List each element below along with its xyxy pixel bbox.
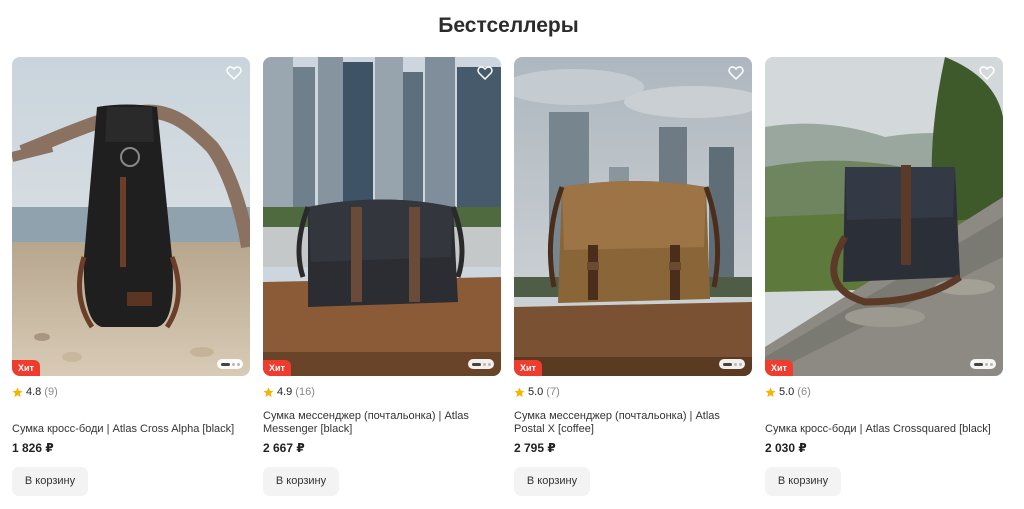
review-count: (7) (546, 386, 560, 398)
heart-icon (226, 66, 242, 81)
product-price: 2 030 ₽ (765, 441, 807, 455)
rating-value: 4.9 (277, 386, 293, 398)
product-name[interactable]: Сумка кросс-боди | Atlas Cross Alpha [bl… (12, 408, 250, 436)
star-icon (765, 386, 776, 397)
product-photo (263, 57, 501, 376)
product-card[interactable]: Хит 5.0 (6) Сумка кросс-боди | Atlas Cro… (765, 57, 1003, 496)
image-carousel-dots[interactable] (719, 359, 745, 369)
heart-icon (979, 66, 995, 81)
image-carousel-dots[interactable] (468, 359, 494, 369)
rating: 4.8 (9) (12, 385, 250, 399)
product-image[interactable]: Хит (12, 57, 250, 376)
review-count: (9) (44, 386, 58, 398)
rating-value: 5.0 (779, 386, 795, 398)
product-price: 1 826 ₽ (12, 441, 54, 455)
add-to-cart-button[interactable]: В корзину (263, 467, 339, 496)
product-name[interactable]: Сумка кросс-боди | Atlas Crossquared [bl… (765, 408, 1003, 436)
add-to-cart-button[interactable]: В корзину (765, 467, 841, 496)
rating: 5.0 (6) (765, 385, 1003, 399)
heart-icon (728, 66, 744, 81)
product-name[interactable]: Сумка мессенджер (почтальонка) | Atlas M… (263, 408, 501, 436)
hit-badge: Хит (263, 360, 291, 376)
product-card[interactable]: Хит 4.8 (9) Сумка кросс-боди | Atlas Cro… (12, 57, 250, 496)
product-card[interactable]: Хит 5.0 (7) Сумка мессенджер (почтальонк… (514, 57, 752, 496)
star-icon (12, 386, 23, 397)
hit-badge: Хит (514, 360, 542, 376)
review-count: (6) (797, 386, 811, 398)
rating-value: 4.8 (26, 386, 42, 398)
rating-value: 5.0 (528, 386, 544, 398)
product-price: 2 667 ₽ (263, 441, 305, 455)
product-image[interactable]: Хит (514, 57, 752, 376)
review-count: (16) (295, 386, 315, 398)
rating: 5.0 (7) (514, 385, 752, 399)
favorite-button[interactable] (728, 65, 744, 81)
product-photo (514, 57, 752, 376)
hit-badge: Хит (12, 360, 40, 376)
product-image[interactable]: Хит (263, 57, 501, 376)
favorite-button[interactable] (477, 65, 493, 81)
rating: 4.9 (16) (263, 385, 501, 399)
product-photo (12, 57, 250, 376)
star-icon (263, 386, 274, 397)
product-name[interactable]: Сумка мессенджер (почтальонка) | Atlas P… (514, 408, 752, 436)
product-price: 2 795 ₽ (514, 441, 556, 455)
hit-badge: Хит (765, 360, 793, 376)
star-icon (514, 386, 525, 397)
add-to-cart-button[interactable]: В корзину (514, 467, 590, 496)
favorite-button[interactable] (979, 65, 995, 81)
product-card[interactable]: Хит 4.9 (16) Сумка мессенджер (почтальон… (263, 57, 501, 496)
favorite-button[interactable] (226, 65, 242, 81)
product-image[interactable]: Хит (765, 57, 1003, 376)
image-carousel-dots[interactable] (970, 359, 996, 369)
heart-icon (477, 66, 493, 81)
image-carousel-dots[interactable] (217, 359, 243, 369)
add-to-cart-button[interactable]: В корзину (12, 467, 88, 496)
product-photo (765, 57, 1003, 376)
section-title: Бестселлеры (438, 14, 579, 37)
